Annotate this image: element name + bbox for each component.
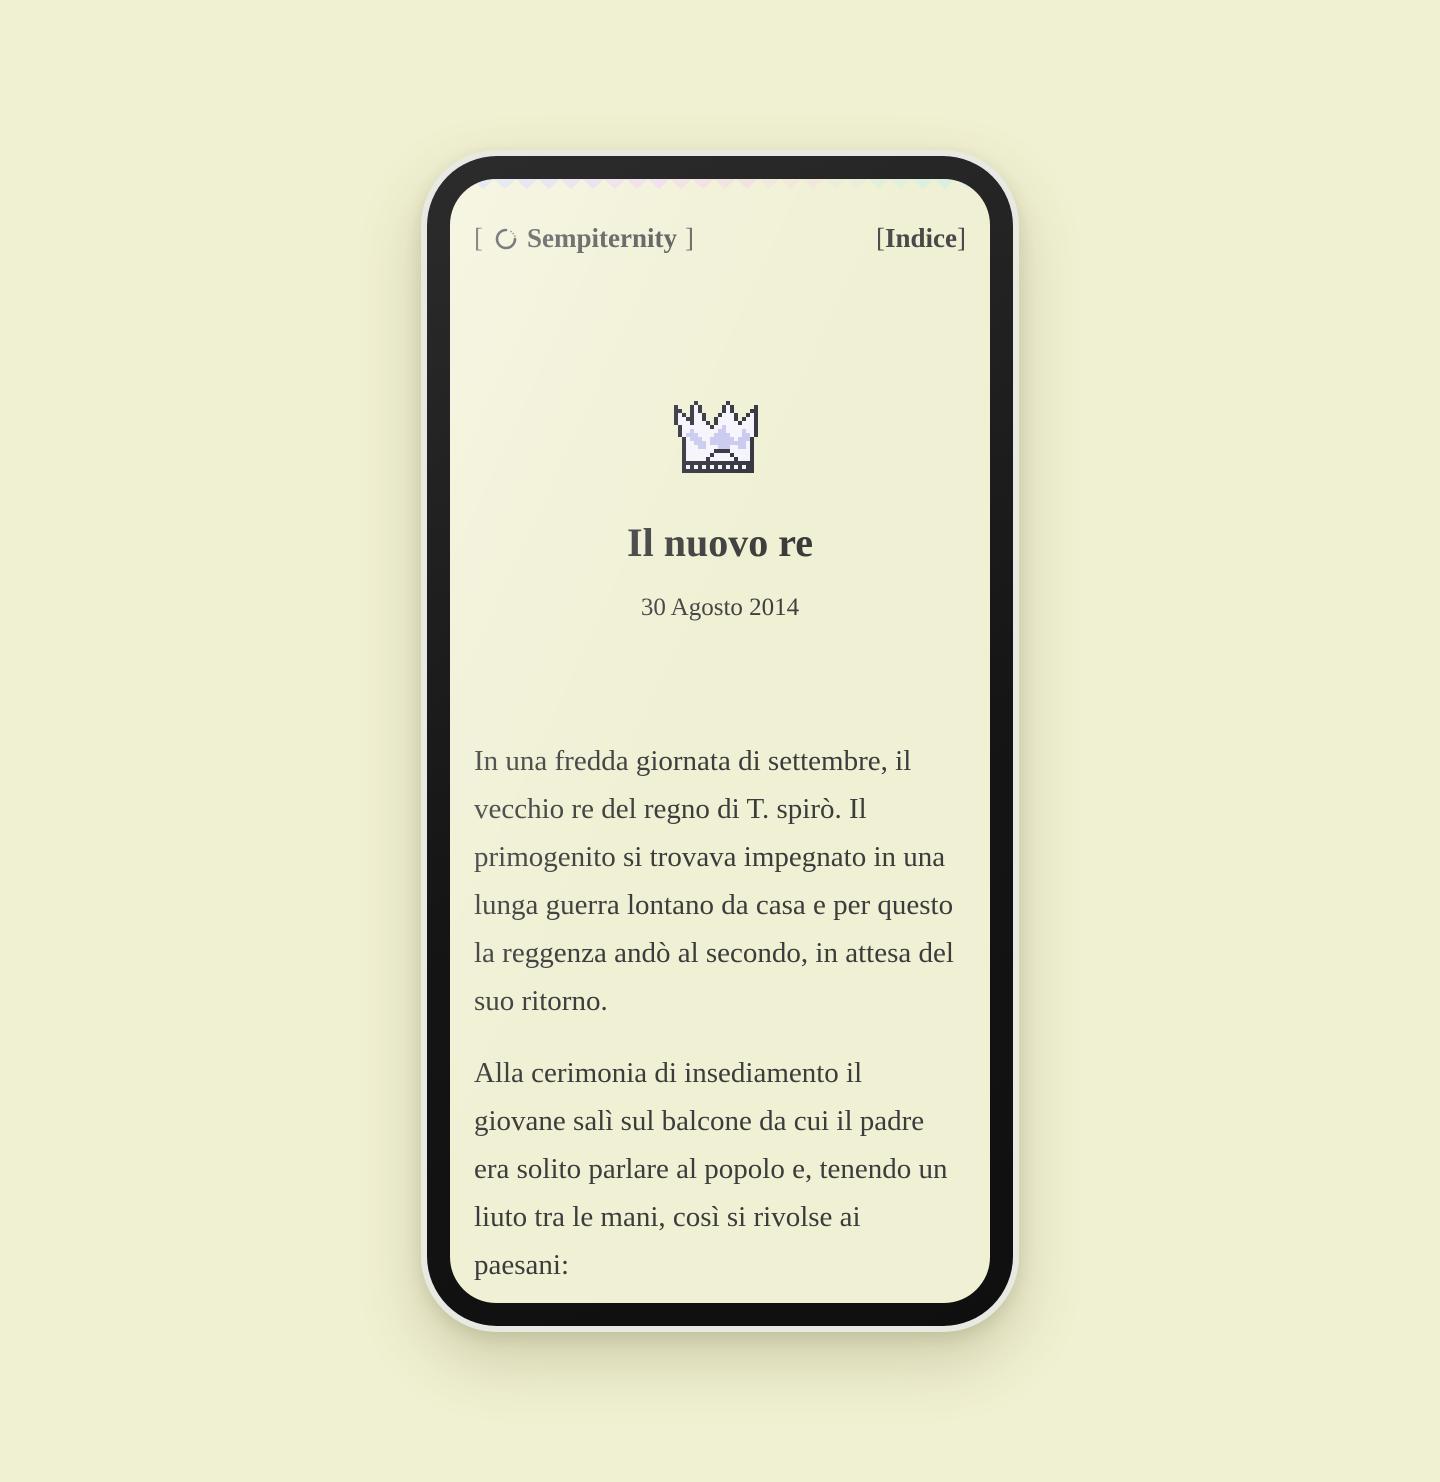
phone-screen[interactable]: [ Sempiternity ] [Indice] Il nuovo re 30… <box>450 179 990 1303</box>
index-bracket-close: ] <box>957 223 966 253</box>
pixel-crown-icon <box>674 401 758 473</box>
phone-bezel: [ Sempiternity ] [Indice] Il nuovo re 30… <box>427 156 1013 1326</box>
post-title: Il nuovo re <box>627 520 813 565</box>
brand-name: Sempiternity <box>527 223 677 253</box>
bracket-open: [ <box>474 223 483 253</box>
post-body: In una fredda giornata di settembre, il … <box>474 737 960 1303</box>
bracket-close: ] <box>684 223 694 253</box>
page-background: [ Sempiternity ] [Indice] Il nuovo re 30… <box>0 0 1440 1482</box>
index-bracket-open: [ <box>875 223 885 253</box>
paragraph: Alla cerimonia di insediamento il giovan… <box>474 1057 948 1281</box>
index-label: Indice <box>884 223 957 253</box>
rainbow-zigzag-border <box>450 179 990 189</box>
index-link[interactable]: [Indice] <box>876 223 966 254</box>
top-navigation: [ Sempiternity ] [Indice] <box>474 223 966 263</box>
loading-spinner-icon <box>495 228 517 249</box>
home-link[interactable]: [ Sempiternity ] <box>474 223 694 254</box>
phone-frame: [ Sempiternity ] [Indice] Il nuovo re 30… <box>421 150 1019 1332</box>
paragraph: In una fredda giornata di settembre, il … <box>474 745 954 1017</box>
post-date: 30 Agosto 2014 <box>640 594 800 621</box>
